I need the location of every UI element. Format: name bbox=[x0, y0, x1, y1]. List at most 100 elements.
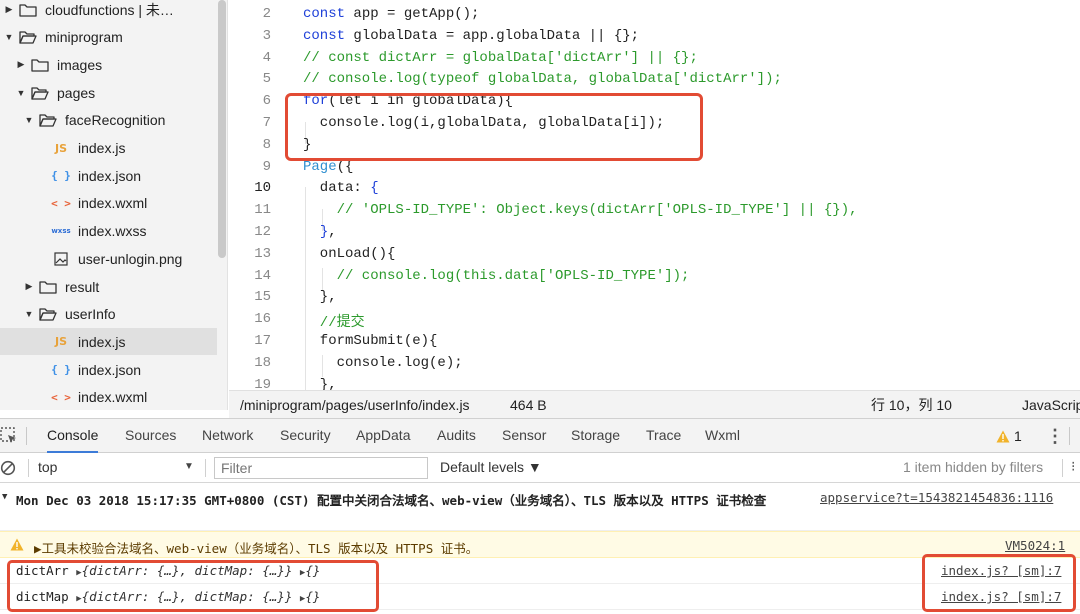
code-line[interactable]: }, bbox=[303, 377, 337, 390]
json-file-icon: { } bbox=[51, 169, 71, 183]
folder-icon bbox=[39, 307, 57, 321]
folder-icon bbox=[39, 113, 57, 127]
tab-console[interactable]: Console bbox=[47, 419, 99, 453]
json-file-icon: { } bbox=[51, 363, 71, 377]
context-selector[interactable]: top bbox=[38, 459, 57, 475]
tree-folder[interactable]: ▶ result bbox=[0, 273, 217, 300]
warning-counter[interactable]: 1 bbox=[996, 428, 1022, 444]
chevron-down-icon[interactable]: ▼ bbox=[24, 115, 34, 125]
tab-wxml[interactable]: Wxml bbox=[705, 419, 740, 453]
folder-icon bbox=[19, 3, 37, 17]
folder-icon bbox=[31, 58, 49, 72]
group-message-text: Mon Dec 03 2018 15:17:35 GMT+0800 (CST) … bbox=[16, 493, 767, 508]
context-dropdown-icon[interactable]: ▼ bbox=[184, 461, 194, 472]
hidden-items-note: 1 item hidden by filters bbox=[903, 459, 1044, 475]
clear-console-icon[interactable] bbox=[0, 460, 16, 479]
log-levels-dropdown[interactable]: Default levels ▼ bbox=[440, 459, 542, 475]
console-group-message[interactable]: ▼ Mon Dec 03 2018 15:17:35 GMT+0800 (CST… bbox=[0, 483, 1080, 531]
code-line[interactable]: // const dictArr = globalData['dictArr']… bbox=[303, 50, 698, 66]
tree-file[interactable]: { } index.json bbox=[0, 162, 217, 189]
chevron-down-icon[interactable]: ▼ bbox=[24, 309, 34, 319]
group-message-source-link[interactable]: appservice?t=1543821454836:1116 bbox=[820, 490, 1053, 505]
tree-file[interactable]: wxss index.wxss bbox=[0, 218, 217, 245]
status-bar: /miniprogram/pages/userInfo/index.js 464… bbox=[229, 390, 1080, 418]
tree-item-label: faceRecognition bbox=[65, 112, 166, 129]
tree-folder[interactable]: ▼ miniprogram bbox=[0, 24, 217, 51]
console-warning-message[interactable]: ▶工具未校验合法域名、web-view（业务域名）、TLS 版本以及 HTTPS… bbox=[0, 531, 1080, 558]
tree-folder[interactable]: ▼ userInfo bbox=[0, 301, 217, 328]
tree-folder[interactable]: ▶ cloudfunctions | 未… bbox=[0, 0, 217, 23]
code-line[interactable]: onLoad(){ bbox=[303, 246, 396, 262]
console-settings-icon[interactable]: ⁝ bbox=[1071, 458, 1075, 475]
tree-folder[interactable]: ▶ images bbox=[0, 51, 217, 78]
code-line[interactable]: //提交 bbox=[303, 311, 365, 331]
tab-appdata[interactable]: AppData bbox=[356, 419, 410, 453]
file-size: 464 B bbox=[510, 396, 547, 413]
code-line[interactable]: // console.log(this.data['OPLS-ID_TYPE']… bbox=[303, 268, 690, 284]
tree-item-label: userInfo bbox=[65, 306, 116, 323]
line-number: 5 bbox=[262, 71, 271, 88]
language-mode[interactable]: JavaScript bbox=[1022, 397, 1080, 413]
tree-item-label: index.wxml bbox=[78, 195, 148, 212]
tab-storage[interactable]: Storage bbox=[571, 419, 620, 453]
tree-folder[interactable]: ▼ faceRecognition bbox=[0, 107, 217, 134]
warning-icon bbox=[10, 538, 24, 554]
warning-count-text: 1 bbox=[1014, 428, 1022, 444]
line-number: 19 bbox=[254, 376, 271, 390]
line-number: 14 bbox=[254, 267, 271, 284]
chevron-down-icon[interactable]: ▼ bbox=[16, 88, 26, 98]
line-number: 8 bbox=[262, 136, 271, 153]
highlight-box-for-loop bbox=[285, 93, 703, 161]
tree-scrollbar[interactable] bbox=[218, 0, 226, 258]
code-line[interactable]: }, bbox=[303, 289, 337, 305]
code-line[interactable]: formSubmit(e){ bbox=[303, 333, 438, 349]
cursor-position[interactable]: 行 10，列 10 bbox=[871, 395, 952, 415]
tab-audits[interactable]: Audits bbox=[437, 419, 476, 453]
tab-network[interactable]: Network bbox=[202, 419, 253, 453]
tree-folder[interactable]: ▼ pages bbox=[0, 79, 217, 106]
tab-trace[interactable]: Trace bbox=[646, 419, 681, 453]
chevron-right-icon[interactable]: ▶ bbox=[16, 59, 26, 70]
warning-source-link[interactable]: VM5024:1 bbox=[1005, 538, 1065, 553]
line-number: 11 bbox=[254, 202, 271, 219]
chevron-right-icon[interactable]: ▶ bbox=[24, 281, 34, 292]
chevron-right-icon[interactable]: ▶ bbox=[4, 4, 14, 15]
code-line[interactable]: }, bbox=[303, 224, 337, 240]
tab-sources[interactable]: Sources bbox=[125, 419, 176, 453]
tree-file[interactable]: user-unlogin.png bbox=[0, 245, 217, 272]
wxml-file-icon: < > bbox=[51, 390, 71, 404]
code-line[interactable]: // console.log(typeof globalData, global… bbox=[303, 71, 782, 87]
tab-security[interactable]: Security bbox=[280, 419, 331, 453]
tree-item-label: result bbox=[65, 278, 100, 295]
warning-message-text: ▶工具未校验合法域名、web-view（业务域名）、TLS 版本以及 HTTPS… bbox=[34, 541, 479, 556]
tree-file[interactable]: < > index.wxml bbox=[0, 384, 217, 410]
tab-sensor[interactable]: Sensor bbox=[502, 419, 546, 453]
line-number: 7 bbox=[262, 115, 271, 131]
line-number: 9 bbox=[262, 158, 271, 175]
code-line[interactable]: console.log(e); bbox=[303, 355, 463, 371]
line-number: 10 bbox=[254, 180, 271, 197]
tree-file[interactable]: JS index.js bbox=[0, 328, 217, 356]
code-line[interactable]: const globalData = app.globalData || {}; bbox=[303, 28, 639, 44]
image-file-icon bbox=[52, 252, 70, 266]
code-line[interactable]: // 'OPLS-ID_TYPE': Object.keys(dictArr['… bbox=[303, 202, 858, 218]
inspect-element-icon[interactable] bbox=[0, 427, 18, 448]
tree-file[interactable]: { } index.json bbox=[0, 356, 217, 383]
chevron-down-icon[interactable]: ▼ bbox=[4, 32, 14, 42]
tree-file[interactable]: < > index.wxml bbox=[0, 190, 217, 217]
line-number: 2 bbox=[262, 6, 271, 22]
warning-icon bbox=[996, 430, 1010, 442]
highlight-box-log-values bbox=[7, 560, 379, 612]
code-editor[interactable]: 2 const app = getApp(); 3 const globalData … bbox=[229, 0, 1080, 390]
code-line[interactable]: const app = getApp(); bbox=[303, 6, 479, 22]
js-file-icon: JS bbox=[54, 141, 67, 155]
line-number: 12 bbox=[254, 224, 271, 240]
expand-triangle-icon[interactable]: ▼ bbox=[2, 492, 7, 502]
console-filter-input[interactable] bbox=[214, 457, 428, 479]
line-number: 6 bbox=[262, 93, 271, 110]
tree-item-label: index.json bbox=[78, 167, 142, 184]
more-options-icon[interactable]: ⋮ bbox=[1046, 427, 1064, 445]
devtools-tabbar: Console Sources Network Security AppData Audi… bbox=[0, 418, 1080, 453]
tree-file[interactable]: JS index.js bbox=[0, 135, 217, 162]
code-line[interactable]: data: { bbox=[303, 180, 379, 196]
